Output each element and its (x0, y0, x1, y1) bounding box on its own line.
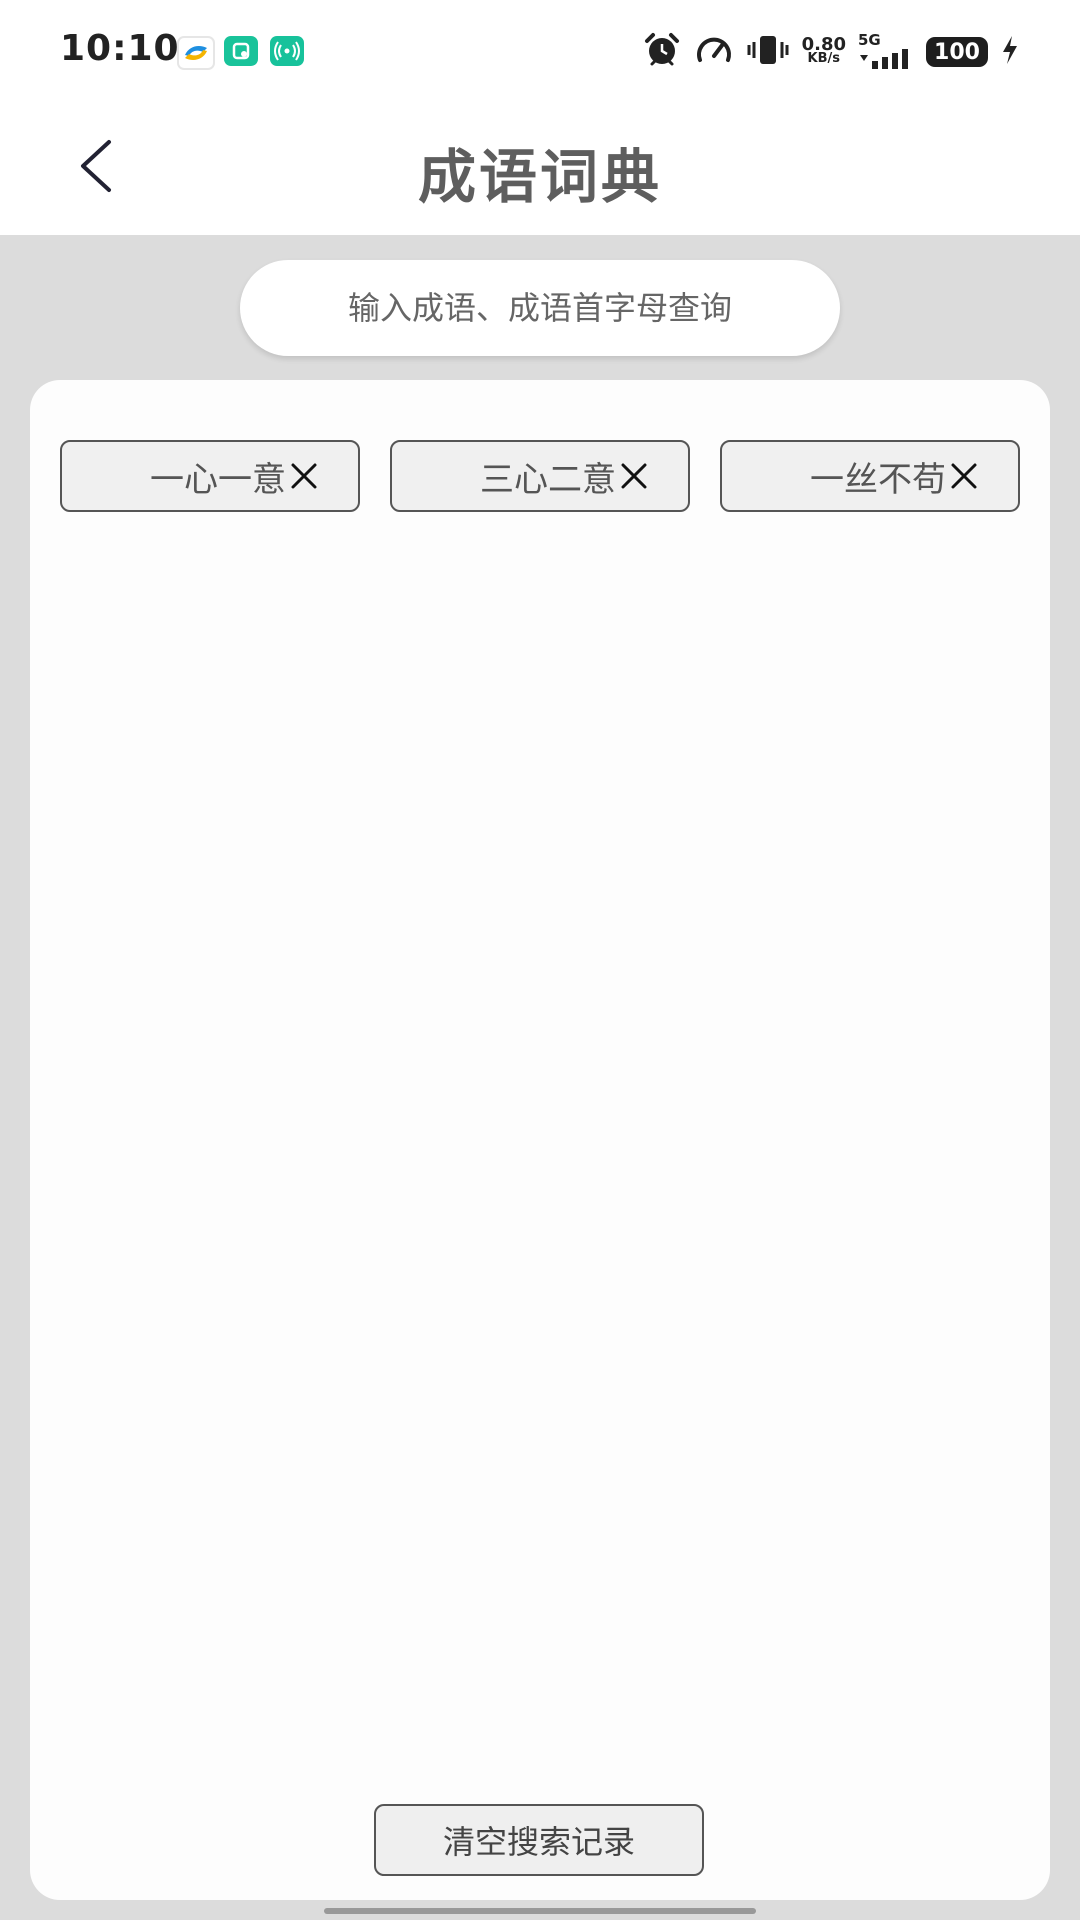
status-bar: 10:10 0.80 KB/s 5G 100 (0, 0, 1080, 100)
net-speed: 0.80 KB/s (801, 34, 846, 66)
history-tag[interactable]: 一心一意 (60, 440, 360, 512)
status-time: 10:10 (60, 28, 180, 69)
charging-icon (1000, 34, 1020, 70)
net-speed-value: 0.80 (801, 34, 846, 55)
title-bar: 成语词典 (0, 100, 1080, 235)
vibrate-icon (746, 32, 790, 72)
battery-icon: 100 (926, 37, 988, 67)
search-input[interactable] (240, 260, 840, 356)
home-indicator[interactable] (324, 1908, 756, 1914)
history-tag[interactable]: 三心二意 (390, 440, 690, 512)
network-type: 5G (858, 31, 881, 49)
network-indicator: 5G (858, 31, 914, 73)
close-icon[interactable] (620, 462, 648, 490)
app-icon-3 (270, 36, 304, 66)
search-history-card: 一心一意 三心二意 一丝不苟 清空搜索记录 (30, 380, 1050, 1900)
status-icons: 0.80 KB/s 5G 100 (642, 30, 1020, 74)
history-tag[interactable]: 一丝不苟 (720, 440, 1020, 512)
signal-icon (858, 49, 914, 73)
history-tag-label: 一丝不苟 (810, 459, 946, 500)
speedometer-icon (694, 32, 734, 72)
clear-history-button[interactable]: 清空搜索记录 (374, 1804, 704, 1876)
app-icon-2 (224, 36, 258, 66)
alarm-icon (642, 32, 682, 72)
history-tag-label: 一心一意 (150, 459, 286, 500)
close-icon[interactable] (290, 462, 318, 490)
history-tag-label: 三心二意 (480, 459, 616, 500)
page-title: 成语词典 (417, 143, 662, 211)
history-tags: 一心一意 三心二意 一丝不苟 (60, 440, 1020, 512)
app-icon-1 (177, 36, 215, 70)
close-icon[interactable] (950, 462, 978, 490)
net-speed-unit: KB/s (807, 51, 841, 66)
